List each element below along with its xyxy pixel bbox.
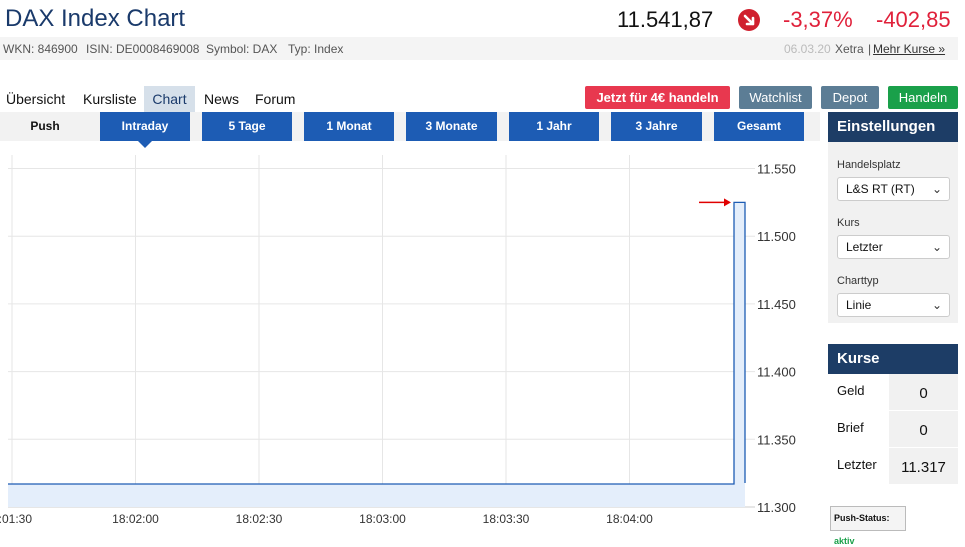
chart-canvas: 11.550 11.500 11.450 11.400 11.350 11.300 8:0… xyxy=(0,155,796,526)
arrow-down-circle-icon xyxy=(738,9,760,31)
y-tick-label: 11.350 xyxy=(757,432,796,447)
chart-series xyxy=(8,201,746,507)
arrow-head xyxy=(724,198,731,207)
page-header: DAX Index Chart 11.541,87 -3,37% -402,85 xyxy=(0,0,965,37)
kurse-heading: Kurse xyxy=(828,344,958,374)
x-tick-label: 18:02:30 xyxy=(236,512,283,526)
time-range-tabs: Push Intraday 5 Tage 1 Monat 3 Monate 1 … xyxy=(0,112,820,148)
letzter-value: 11.317 xyxy=(889,448,958,484)
range-3-monate[interactable]: 3 Monate xyxy=(406,112,497,141)
y-tick-label: 11.500 xyxy=(757,229,796,244)
page-title: DAX Index Chart xyxy=(5,5,186,32)
exchange: Xetra xyxy=(835,42,864,56)
change-absolute: -402,85 xyxy=(876,7,951,32)
quote-date: 06.03.20 xyxy=(784,42,831,56)
range-push[interactable]: Push xyxy=(0,112,90,141)
x-tick-label: 18:02:00 xyxy=(112,512,159,526)
chevron-down-icon: ⌄ xyxy=(931,298,942,312)
current-price-arrow xyxy=(699,198,731,207)
y-axis-labels: 11.550 11.500 11.450 11.400 11.350 11.300 xyxy=(757,162,796,515)
depot-button[interactable]: Depot xyxy=(821,86,879,109)
x-tick-label: 8:01:30 xyxy=(0,512,32,526)
kurs-label: Kurs xyxy=(837,217,860,229)
watchlist-button[interactable]: Watchlist xyxy=(739,86,812,109)
handeln-button[interactable]: Handeln xyxy=(888,86,958,109)
tab-news[interactable]: News xyxy=(198,86,245,112)
instrument-type: Typ: Index xyxy=(288,42,344,56)
x-axis-labels: 8:01:30 18:02:00 18:02:30 18:03:00 18:03:30 1… xyxy=(0,512,653,526)
range-1-monat[interactable]: 1 Monat xyxy=(304,112,394,141)
letzter-label: Letzter xyxy=(837,457,877,472)
chevron-down-icon: ⌄ xyxy=(931,182,942,196)
handelsplatz-label: Handelsplatz xyxy=(837,159,901,171)
tab-uebersicht[interactable]: Übersicht xyxy=(0,86,71,112)
tab-kursliste[interactable]: Kursliste xyxy=(77,86,143,112)
tab-forum[interactable]: Forum xyxy=(249,86,301,112)
handelsplatz-value: L&S RT (RT) xyxy=(846,182,915,196)
y-tick-label: 11.400 xyxy=(757,365,796,380)
handelsplatz-select[interactable]: L&S RT (RT) ⌄ xyxy=(837,177,950,201)
settings-heading: Einstellungen xyxy=(828,112,958,142)
charttyp-value: Linie xyxy=(846,298,872,312)
y-tick-label: 11.300 xyxy=(757,500,796,515)
y-tick-label: 11.550 xyxy=(757,162,796,177)
current-price: 11.541,87 xyxy=(617,7,714,32)
series-area xyxy=(8,202,745,507)
x-tick-label: 18:03:30 xyxy=(483,512,530,526)
kurs-select[interactable]: Letzter ⌄ xyxy=(837,235,950,259)
settings-panel: Handelsplatz L&S RT (RT) ⌄ Kurs Letzter … xyxy=(828,142,958,323)
geld-label: Geld xyxy=(837,383,865,398)
wkn: WKN: 846900 xyxy=(3,42,78,56)
chevron-down-icon: ⌄ xyxy=(931,240,942,254)
instrument-meta: WKN: 846900 ISIN: DE0008469008 Symbol: D… xyxy=(0,37,958,60)
range-intraday[interactable]: Intraday xyxy=(100,112,190,148)
series-line xyxy=(8,201,746,485)
meta-separator: | xyxy=(868,42,872,56)
brief-label: Brief xyxy=(837,420,864,435)
push-status-state: aktiv xyxy=(834,536,855,546)
y-tick-label: 11.450 xyxy=(757,297,796,312)
change-percent: -3,37% xyxy=(783,7,853,32)
more-prices-link[interactable]: Mehr Kurse » xyxy=(873,42,945,56)
brief-value: 0 xyxy=(889,411,958,447)
push-status-badge[interactable]: Push-Status: aktiv xyxy=(830,506,906,546)
range-gesamt[interactable]: Gesamt xyxy=(714,112,804,141)
charttyp-select[interactable]: Linie ⌄ xyxy=(837,293,950,317)
kurse-row-geld: Geld 0 xyxy=(828,374,958,411)
price-chart[interactable]: 11.550 11.500 11.450 11.400 11.350 11.300 8:0… xyxy=(0,145,820,547)
range-1-jahr[interactable]: 1 Jahr xyxy=(509,112,599,141)
symbol: Symbol: DAX xyxy=(206,42,278,56)
kurs-value: Letzter xyxy=(846,240,883,254)
push-status-label: Push-Status: xyxy=(834,513,890,523)
x-tick-label: 18:04:00 xyxy=(606,512,653,526)
x-tick-label: 18:03:00 xyxy=(359,512,406,526)
tab-chart[interactable]: Chart xyxy=(144,86,195,112)
range-5-tage[interactable]: 5 Tage xyxy=(202,112,292,141)
trade-offer-button[interactable]: Jetzt für 4€ handeln xyxy=(585,86,730,109)
range-3-jahre[interactable]: 3 Jahre xyxy=(611,112,702,141)
isin: ISIN: DE0008469008 xyxy=(86,42,200,56)
chart-grid xyxy=(8,155,755,508)
kurse-row-letzter: Letzter 11.317 xyxy=(828,448,958,485)
charttyp-label: Charttyp xyxy=(837,275,879,287)
kurse-row-brief: Brief 0 xyxy=(828,411,958,448)
geld-value: 0 xyxy=(889,374,958,410)
